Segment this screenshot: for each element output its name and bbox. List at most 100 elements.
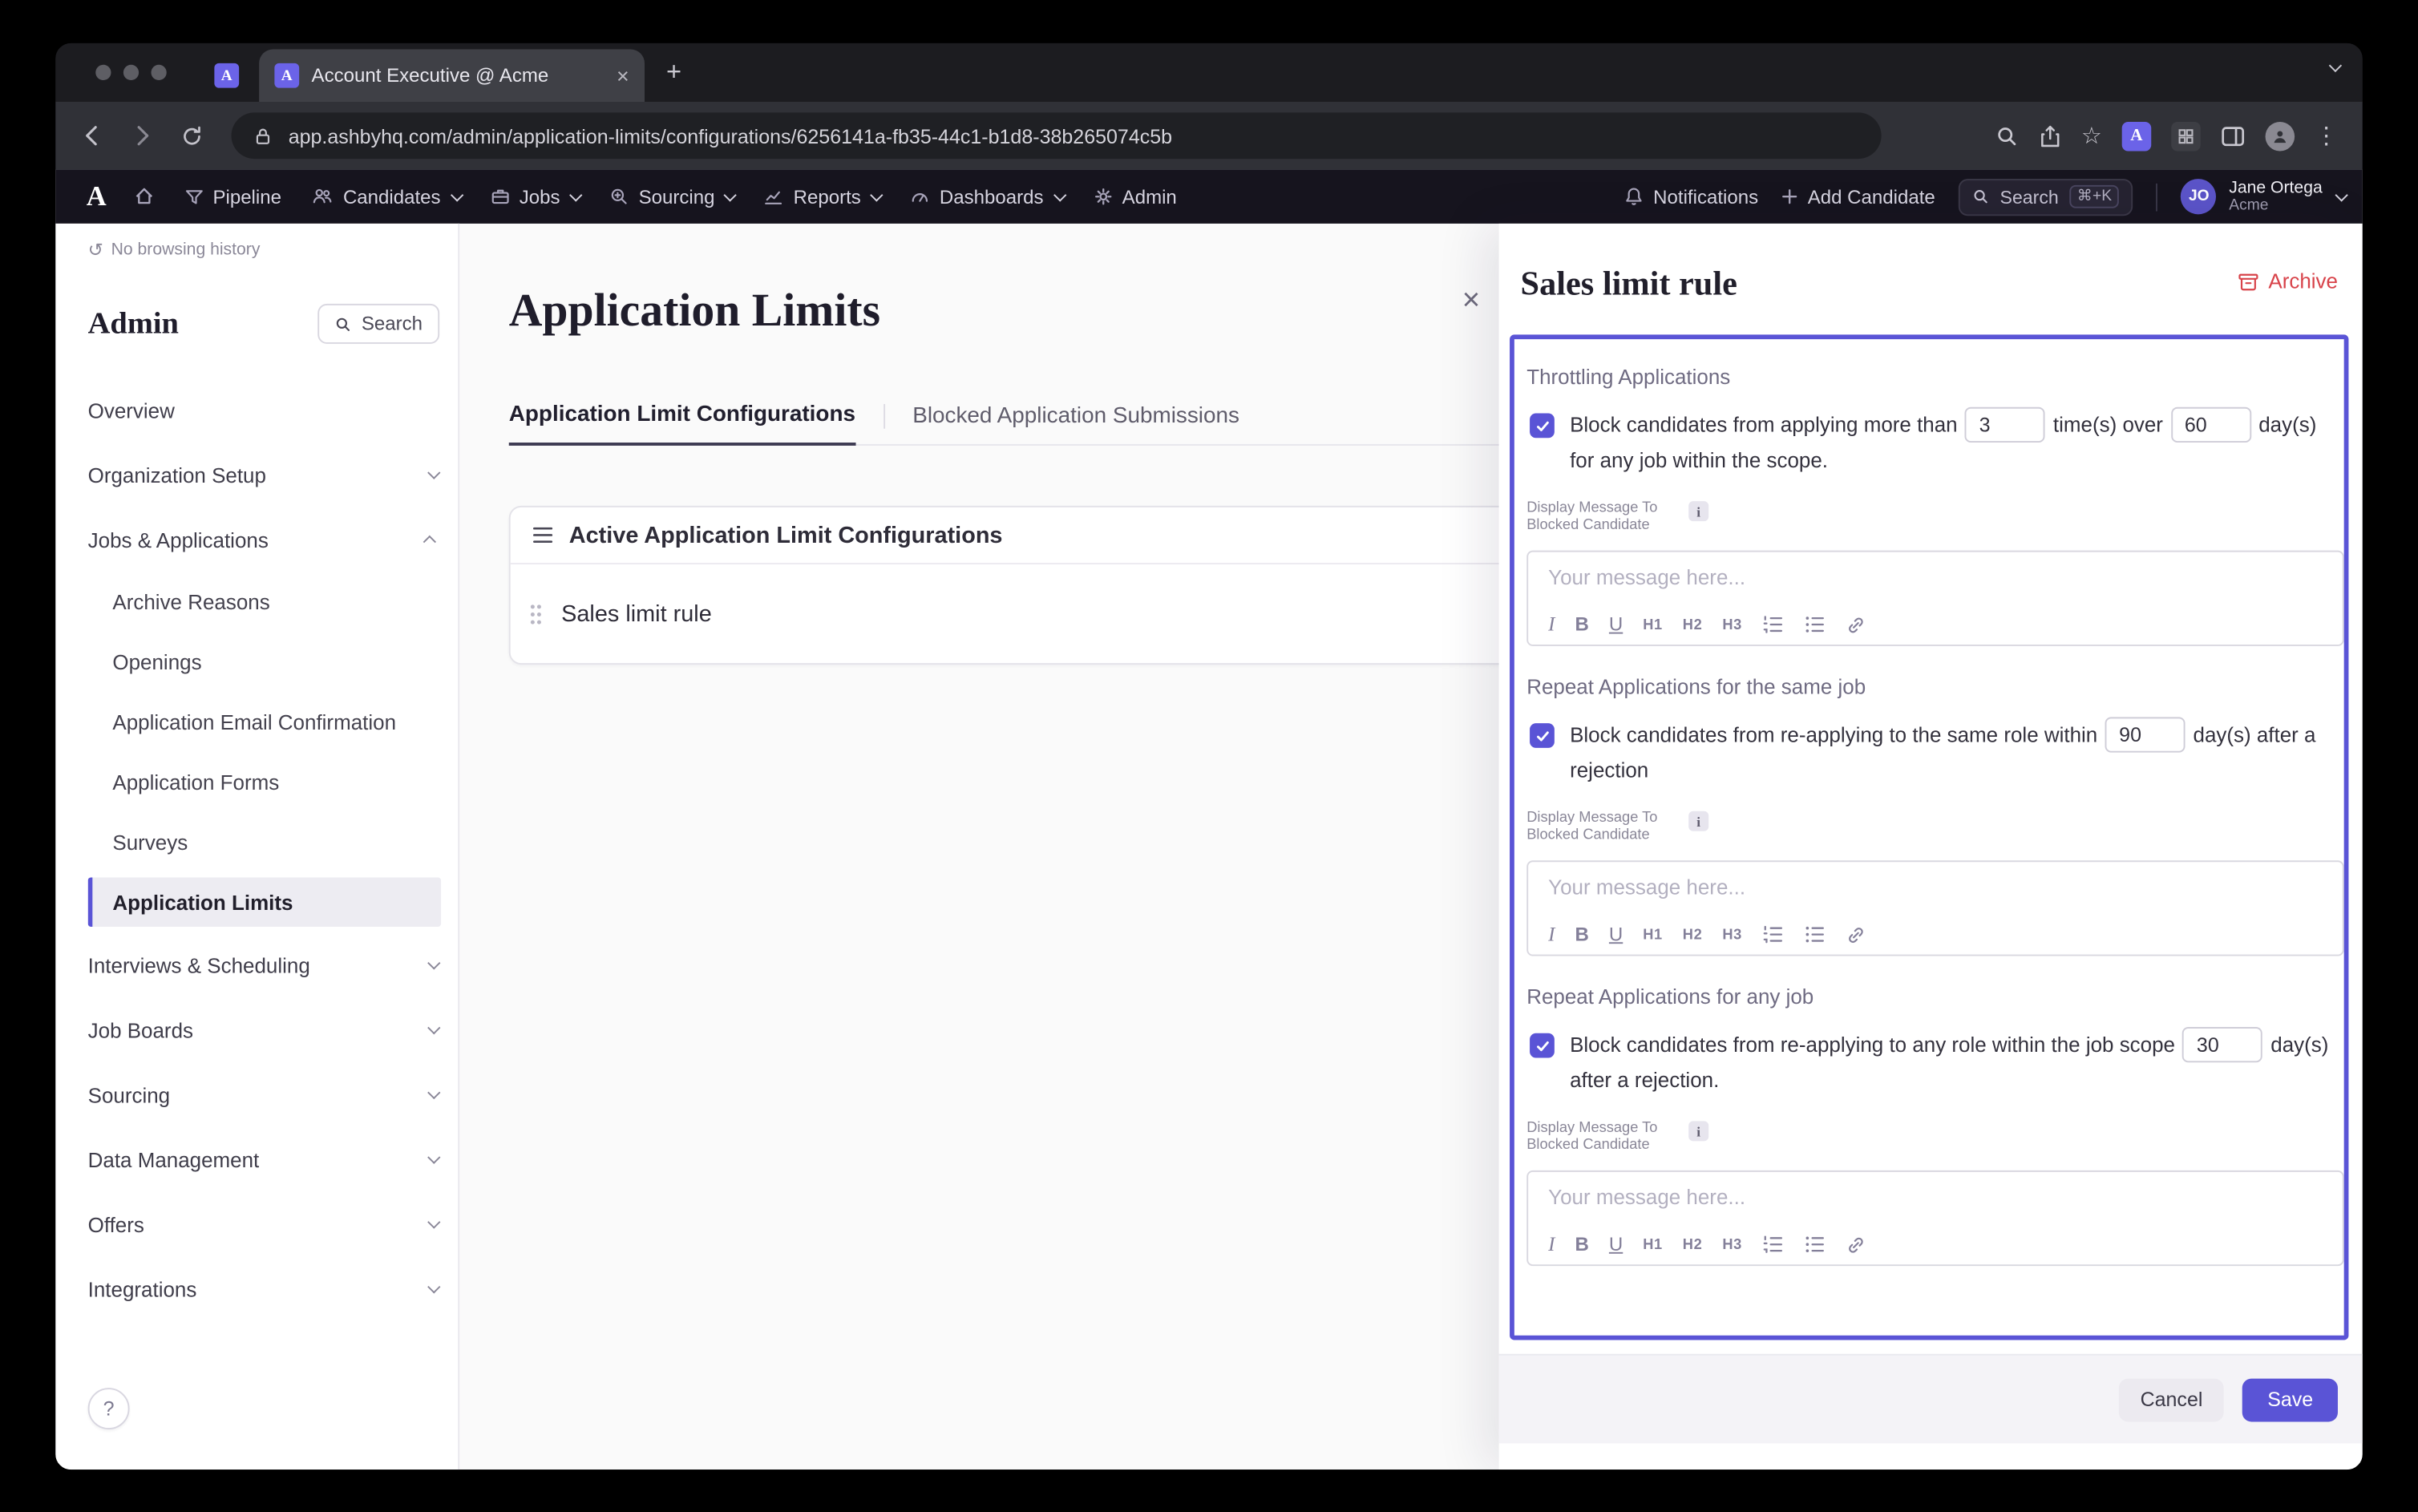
global-search-button[interactable]: Search ⌘+K (1959, 178, 2133, 215)
sidebar-item-application-limits[interactable]: Application Limits (88, 877, 441, 927)
back-icon[interactable] (71, 114, 114, 157)
h1-button[interactable]: H1 (1643, 616, 1663, 633)
h2-button[interactable]: H2 (1683, 926, 1703, 943)
info-icon[interactable]: i (1688, 811, 1708, 831)
ordered-list-button[interactable] (1762, 615, 1784, 633)
maximize-window-button[interactable] (152, 65, 167, 80)
forward-icon[interactable] (120, 114, 164, 157)
same-job-days-input[interactable] (2105, 717, 2186, 752)
save-button[interactable]: Save (2242, 1378, 2338, 1421)
throttle-days-input[interactable] (2171, 407, 2251, 443)
browser-tab[interactable]: A Account Executive @ Acme × (259, 50, 645, 102)
h3-button[interactable]: H3 (1722, 616, 1742, 633)
browser-menu-icon[interactable]: ⋮ (2315, 122, 2338, 150)
nav-dashboards[interactable]: Dashboards (910, 186, 1061, 208)
ordered-list-button[interactable] (1762, 1235, 1784, 1254)
link-button[interactable] (1846, 1235, 1866, 1255)
tab-blocked-application-submissions[interactable]: Blocked Application Submissions (912, 386, 1239, 445)
bullet-list-button[interactable] (1804, 615, 1826, 633)
ashby-extension-icon[interactable]: A (2122, 121, 2152, 151)
bullet-list-button[interactable] (1804, 925, 1826, 944)
window-controls[interactable] (95, 65, 166, 80)
close-window-button[interactable] (95, 65, 111, 80)
side-panel-icon[interactable] (2221, 124, 2246, 148)
sidebar-item-organization-setup[interactable]: Organization Setup (55, 443, 458, 507)
ashby-logo[interactable]: A (87, 180, 107, 212)
info-icon[interactable]: i (1688, 501, 1708, 521)
sidebar-item-sourcing[interactable]: Sourcing (55, 1062, 458, 1127)
message-editor-throttling[interactable]: Your message here... I B U H1 H2 H3 (1526, 551, 2343, 646)
link-button[interactable] (1846, 615, 1866, 635)
message-editor-any-job[interactable]: Your message here... I B U H1 H2 H3 (1526, 1170, 2343, 1266)
minimize-window-button[interactable] (123, 65, 139, 80)
tab-close-icon[interactable]: × (617, 65, 629, 87)
help-button[interactable]: ? (88, 1388, 130, 1429)
bullet-list-button[interactable] (1804, 1235, 1826, 1254)
sidebar-item-offers[interactable]: Offers (55, 1192, 458, 1257)
underline-button[interactable]: U (1609, 924, 1623, 945)
nav-home[interactable] (134, 187, 154, 207)
notifications-button[interactable]: Notifications (1624, 186, 1759, 208)
sidebar-item-overview[interactable]: Overview (55, 378, 458, 443)
browser-profile-avatar[interactable] (2266, 121, 2295, 151)
h2-button[interactable]: H2 (1683, 1236, 1703, 1253)
h1-button[interactable]: H1 (1643, 926, 1663, 943)
pinned-tab[interactable]: A (194, 50, 259, 102)
throttling-checkbox[interactable] (1530, 413, 1555, 438)
sidebar-item-application-forms[interactable]: Application Forms (55, 753, 458, 813)
underline-button[interactable]: U (1609, 614, 1623, 636)
h2-button[interactable]: H2 (1683, 616, 1703, 633)
ordered-list-button[interactable] (1762, 925, 1784, 944)
reload-icon[interactable] (170, 114, 213, 157)
tab-application-limit-configurations[interactable]: Application Limit Configurations (509, 387, 855, 446)
address-bar[interactable]: app.ashbyhq.com/admin/application-limits… (232, 112, 1882, 159)
archive-button[interactable]: Archive (2238, 270, 2338, 293)
nav-jobs[interactable]: Jobs (490, 186, 578, 208)
throttle-times-input[interactable] (1965, 407, 2045, 443)
sidebar-item-data-management[interactable]: Data Management (55, 1127, 458, 1192)
underline-button[interactable]: U (1609, 1234, 1623, 1255)
bold-button[interactable]: B (1575, 924, 1589, 945)
user-menu[interactable]: JO Jane Ortega Acme (2181, 179, 2344, 214)
sidebar-item-archive-reasons[interactable]: Archive Reasons (55, 572, 458, 633)
sidebar-item-surveys[interactable]: Surveys (55, 813, 458, 873)
any-job-days-input[interactable] (2183, 1027, 2263, 1062)
nav-pipeline[interactable]: Pipeline (185, 186, 281, 208)
drag-handle-icon[interactable] (529, 602, 543, 625)
h3-button[interactable]: H3 (1722, 1236, 1742, 1253)
cancel-button[interactable]: Cancel (2119, 1378, 2225, 1421)
sidebar-item-openings[interactable]: Openings (55, 633, 458, 693)
same-job-checkbox[interactable] (1530, 723, 1555, 748)
message-editor-same-job[interactable]: Your message here... I B U H1 H2 H3 (1526, 860, 2343, 956)
share-icon[interactable] (2038, 124, 2061, 148)
zoom-icon[interactable] (1995, 124, 2018, 148)
user-name: Jane Ortega (2229, 180, 2322, 196)
nav-reports[interactable]: Reports (764, 186, 879, 208)
bold-button[interactable]: B (1575, 614, 1589, 636)
sidebar-item-job-boards[interactable]: Job Boards (55, 997, 458, 1062)
new-tab-button[interactable]: + (666, 57, 681, 87)
sidebar-item-application-email-confirmation[interactable]: Application Email Confirmation (55, 693, 458, 753)
italic-button[interactable]: I (1548, 612, 1555, 637)
tab-search-chevron-icon[interactable] (2328, 52, 2338, 80)
bookmark-star-icon[interactable]: ☆ (2081, 124, 2102, 148)
italic-button[interactable]: I (1548, 1232, 1555, 1257)
nav-admin[interactable]: Admin (1093, 186, 1177, 208)
chevron-down-icon (427, 1151, 440, 1164)
info-icon[interactable]: i (1688, 1121, 1708, 1141)
h3-button[interactable]: H3 (1722, 926, 1742, 943)
extensions-icon[interactable] (2171, 121, 2201, 151)
bold-button[interactable]: B (1575, 1234, 1589, 1255)
sidebar-search-button[interactable]: Search (318, 304, 439, 344)
italic-button[interactable]: I (1548, 922, 1555, 947)
link-button[interactable] (1846, 924, 1866, 944)
nav-candidates[interactable]: Candidates (312, 186, 459, 208)
nav-sourcing[interactable]: Sourcing (609, 186, 734, 208)
close-panel-icon[interactable]: × (1453, 282, 1490, 319)
sidebar-item-integrations[interactable]: Integrations (55, 1257, 458, 1322)
sidebar-item-jobs-applications[interactable]: Jobs & Applications (55, 507, 458, 572)
add-candidate-button[interactable]: Add Candidate (1781, 186, 1935, 208)
h1-button[interactable]: H1 (1643, 1236, 1663, 1253)
any-job-checkbox[interactable] (1530, 1033, 1555, 1058)
sidebar-item-interviews-scheduling[interactable]: Interviews & Scheduling (55, 933, 458, 998)
